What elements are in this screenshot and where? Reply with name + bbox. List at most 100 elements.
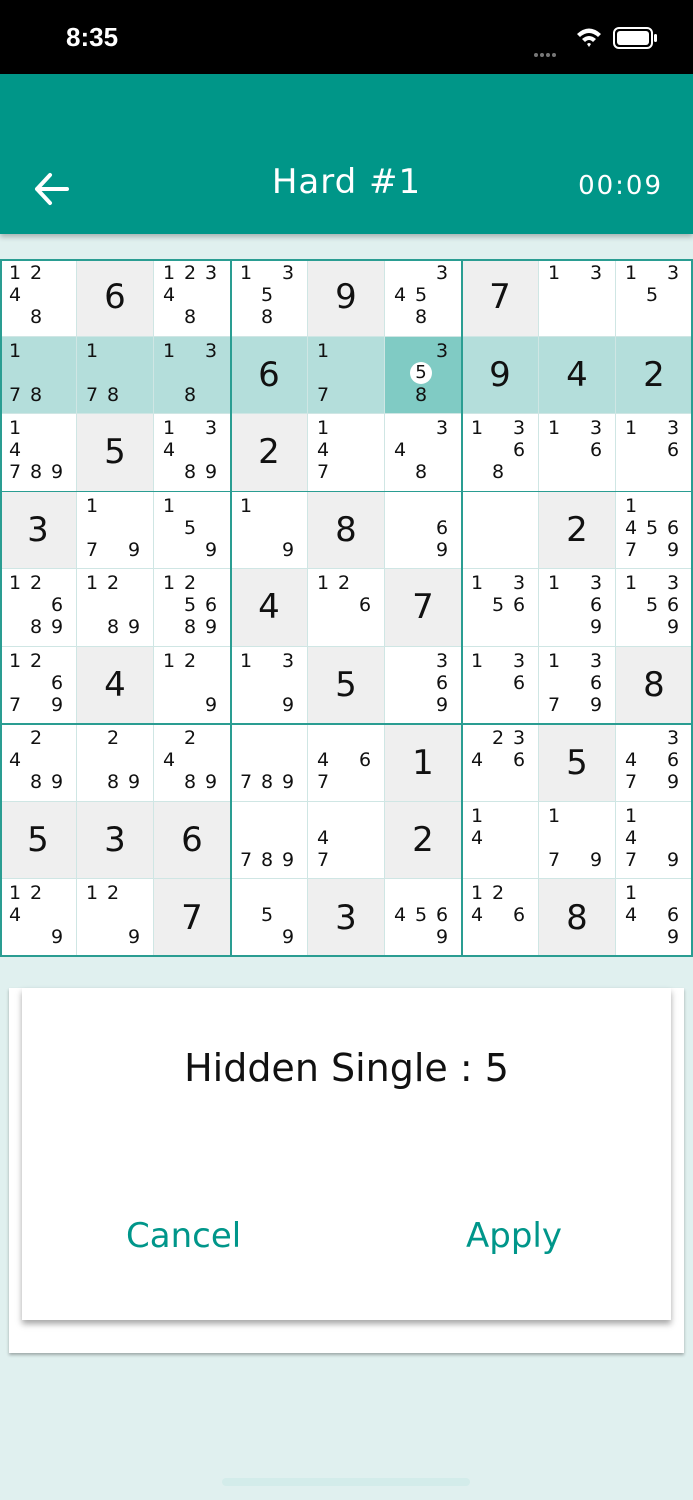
cell-r8-c5[interactable]: 47 [308, 801, 385, 880]
cell-r6-c9[interactable]: 8 [616, 646, 693, 725]
cell-r8-c9[interactable]: 147 9 [616, 801, 693, 880]
cell-r9-c4[interactable]: 59 [231, 879, 308, 957]
cancel-button[interactable]: Cancel [126, 1216, 241, 1256]
cell-r2-c4[interactable]: 6 [231, 336, 308, 415]
cell-r6-c7[interactable]: 1 36 [462, 646, 539, 725]
cell-r5-c5[interactable]: 126 [308, 569, 385, 647]
cell-r9-c5[interactable]: 3 [308, 879, 385, 957]
cell-r2-c7[interactable]: 9 [462, 336, 539, 415]
cell-r7-c9[interactable]: 3 4 6 7 9 [616, 724, 693, 802]
cell-r1-c6[interactable]: 3 458 [385, 259, 462, 337]
cell-r2-c5[interactable]: 17 [308, 336, 385, 415]
cell-r8-c6[interactable]: 2 [385, 801, 462, 880]
candidate-digit: 1 [470, 417, 484, 440]
cell-r4-c3[interactable]: 159 [154, 491, 231, 570]
cell-r2-c6[interactable]: 358 [385, 336, 462, 415]
cell-r4-c2[interactable]: 1 7 9 [77, 491, 154, 570]
cell-r1-c1[interactable]: 1248 [0, 259, 77, 337]
cell-r1-c8[interactable]: 13 [539, 259, 616, 337]
cell-r5-c1[interactable]: 12689 [0, 569, 77, 647]
cell-r7-c2[interactable]: 2 89 [77, 724, 154, 802]
cell-r7-c6[interactable]: 1 [385, 724, 462, 802]
cell-r7-c1[interactable]: 2489 [0, 724, 77, 802]
cell-r6-c4[interactable]: 1 3 9 [231, 646, 308, 725]
cell-r9-c9[interactable]: 14 69 [616, 879, 693, 957]
cell-r5-c2[interactable]: 12 89 [77, 569, 154, 647]
cell-r6-c5[interactable]: 5 [308, 646, 385, 725]
candidate-digit: 7 [316, 771, 330, 794]
cell-r8-c2[interactable]: 3 [77, 801, 154, 880]
cell-r4-c6[interactable]: 69 [385, 491, 462, 570]
candidate-digit: 2 [29, 262, 43, 284]
candidate-digit: 6 [666, 749, 680, 772]
cell-r2-c1[interactable]: 1 78 [0, 336, 77, 415]
cell-r2-c2[interactable]: 1 78 [77, 336, 154, 415]
cell-r5-c6[interactable]: 7 [385, 569, 462, 647]
cell-r1-c4[interactable]: 1 358 [231, 259, 308, 337]
cell-r7-c7[interactable]: 23 4 6 [462, 724, 539, 802]
cell-r9-c7[interactable]: 124 6 [462, 879, 539, 957]
cell-r1-c9[interactable]: 1 35 [616, 259, 693, 337]
candidate-digit: 1 [624, 262, 638, 284]
cell-r3-c9[interactable]: 1 36 [616, 414, 693, 492]
cell-value: 2 [258, 432, 280, 473]
cell-r9-c3[interactable]: 7 [154, 879, 231, 957]
cell-r3-c4[interactable]: 2 [231, 414, 308, 492]
cell-r3-c5[interactable]: 147 [308, 414, 385, 492]
cell-r5-c9[interactable]: 1 3569 [616, 569, 693, 647]
candidate-digit: 4 [162, 749, 176, 772]
cell-r4-c7[interactable] [462, 491, 539, 570]
cell-r3-c2[interactable]: 5 [77, 414, 154, 492]
cell-r2-c3[interactable]: 1 38 [154, 336, 231, 415]
cell-r4-c8[interactable]: 2 [539, 491, 616, 570]
cell-r2-c9[interactable]: 2 [616, 336, 693, 415]
cell-r8-c4[interactable]: 789 [231, 801, 308, 880]
cell-r3-c7[interactable]: 1 368 [462, 414, 539, 492]
cell-r5-c3[interactable]: 125689 [154, 569, 231, 647]
app-bar: Hard #1 00:09 [0, 74, 693, 234]
cell-r9-c1[interactable]: 124 9 [0, 879, 77, 957]
cell-r7-c4[interactable]: 789 [231, 724, 308, 802]
cell-r3-c6[interactable]: 3 48 [385, 414, 462, 492]
cell-r7-c3[interactable]: 2489 [154, 724, 231, 802]
cell-r5-c8[interactable]: 1 369 [539, 569, 616, 647]
cell-r9-c8[interactable]: 8 [539, 879, 616, 957]
cell-r9-c6[interactable]: 4569 [385, 879, 462, 957]
candidate-digit: 4 [624, 826, 638, 849]
cell-r9-c2[interactable]: 129 [77, 879, 154, 957]
cell-r8-c3[interactable]: 6 [154, 801, 231, 880]
cell-r5-c7[interactable]: 1 356 [462, 569, 539, 647]
cell-r6-c1[interactable]: 126 7 9 [0, 646, 77, 725]
cell-r4-c4[interactable]: 19 [231, 491, 308, 570]
apply-button[interactable]: Apply [466, 1216, 562, 1256]
cell-r6-c2[interactable]: 4 [77, 646, 154, 725]
cell-r6-c8[interactable]: 1 36 7 9 [539, 646, 616, 725]
cell-r2-c8[interactable]: 4 [539, 336, 616, 415]
candidate-digit: 3 [666, 417, 680, 440]
cell-r5-c4[interactable]: 4 [231, 569, 308, 647]
cell-value: 9 [335, 277, 357, 318]
cell-r3-c8[interactable]: 1 36 [539, 414, 616, 492]
cell-r8-c8[interactable]: 1 7 9 [539, 801, 616, 880]
candidate-digit: 4 [316, 826, 330, 849]
cell-r4-c1[interactable]: 3 [0, 491, 77, 570]
cell-r8-c7[interactable]: 14 [462, 801, 539, 880]
cell-r3-c3[interactable]: 1 3 489 [154, 414, 231, 492]
cell-r4-c9[interactable]: 1456 7 9 [616, 491, 693, 570]
candidate-digit: 8 [183, 306, 197, 328]
cell-r1-c2[interactable]: 6 [77, 259, 154, 337]
candidate-digit: 8 [183, 771, 197, 794]
cell-r6-c6[interactable]: 369 [385, 646, 462, 725]
cell-r1-c3[interactable]: 123 48 [154, 259, 231, 337]
cell-value: 7 [181, 897, 203, 938]
candidate-digit: 7 [624, 848, 638, 871]
cell-r3-c1[interactable]: 14789 [0, 414, 77, 492]
cell-r4-c5[interactable]: 8 [308, 491, 385, 570]
cell-r6-c3[interactable]: 129 [154, 646, 231, 725]
cell-r7-c8[interactable]: 5 [539, 724, 616, 802]
cell-r1-c5[interactable]: 9 [308, 259, 385, 337]
candidate-digit: 9 [50, 461, 64, 484]
cell-r8-c1[interactable]: 5 [0, 801, 77, 880]
cell-r7-c5[interactable]: 4 6 7 [308, 724, 385, 802]
cell-r1-c7[interactable]: 7 [462, 259, 539, 337]
